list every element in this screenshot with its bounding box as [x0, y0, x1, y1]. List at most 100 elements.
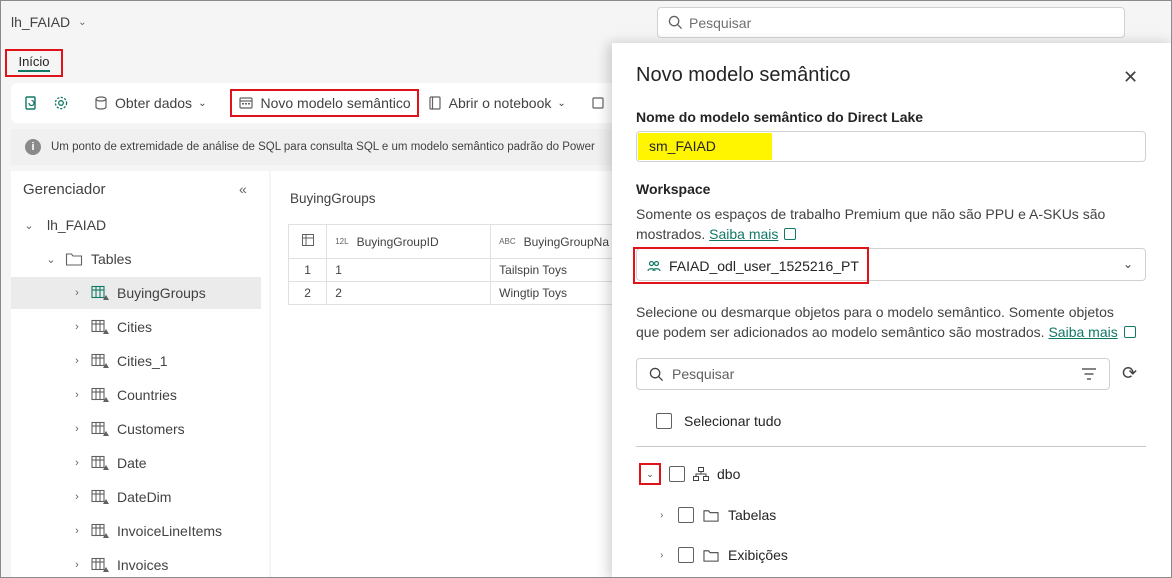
- preview-title: BuyingGroups: [290, 191, 376, 206]
- get-data-button[interactable]: Obter dados ⌄: [93, 95, 206, 111]
- tree-item-label: Invoices: [117, 557, 169, 573]
- folder-icon: [703, 549, 719, 562]
- open-notebook-label: Abrir o notebook: [448, 95, 552, 111]
- semantic-model-icon: [239, 97, 254, 109]
- schema-row-dbo: ⌄ dbo: [639, 463, 740, 485]
- settings-button[interactable]: [53, 95, 69, 111]
- tree-item-table[interactable]: › Date: [11, 447, 261, 479]
- info-message: Um ponto de extremidade de análise de SQ…: [51, 141, 595, 153]
- new-semantic-model-panel: Novo modelo semântico ✕ Nome do modelo s…: [612, 43, 1171, 577]
- row-number: 1: [287, 258, 328, 282]
- workspace-selected-value: FAIAD_odl_user_1525216_PT: [633, 247, 869, 284]
- tree-item-tables-folder[interactable]: ⌄ Tables: [11, 243, 261, 275]
- chevron-down-icon: ⌄: [557, 97, 566, 109]
- chevron-right-icon[interactable]: ›: [660, 550, 670, 561]
- column-name: BuyingGroupID: [356, 234, 439, 249]
- chevron-right-icon[interactable]: ›: [69, 287, 85, 299]
- select-all-checkbox[interactable]: [656, 413, 672, 429]
- tree-item-table[interactable]: › Cities: [11, 311, 261, 343]
- top-bar: lh_FAIAD ⌄ Pesquisar: [1, 1, 1171, 45]
- search-placeholder: Pesquisar: [689, 14, 752, 31]
- notebook-icon: [429, 96, 441, 110]
- table-icon: [91, 353, 109, 368]
- explorer-pane: Gerenciador « ⌄ lh_FAIAD ⌄ Tables › Buyin…: [11, 171, 269, 577]
- row-number: 2: [287, 281, 328, 305]
- schema-label: dbo: [717, 466, 741, 482]
- chevron-right-icon[interactable]: ›: [69, 355, 85, 367]
- chevron-right-icon[interactable]: ›: [69, 559, 85, 571]
- refresh-button[interactable]: [23, 95, 39, 111]
- chevron-right-icon[interactable]: ›: [69, 321, 85, 333]
- type-badge: ABC: [499, 237, 516, 246]
- new-semantic-model-button[interactable]: Novo modelo semântico: [230, 89, 419, 117]
- workspace-name: lh_FAIAD: [11, 14, 71, 30]
- tab-inicio[interactable]: Início: [5, 49, 63, 77]
- chevron-right-icon[interactable]: ›: [69, 491, 85, 503]
- tree-item-table[interactable]: › Invoices: [11, 549, 261, 577]
- close-icon[interactable]: ✕: [1123, 67, 1138, 88]
- chevron-right-icon[interactable]: ›: [69, 457, 85, 469]
- chevron-right-icon[interactable]: ›: [69, 423, 85, 435]
- workspace-value: FAIAD_odl_user_1525216_PT: [669, 257, 859, 274]
- table-icon: [91, 319, 109, 334]
- info-icon: i: [25, 139, 41, 155]
- learn-more-link[interactable]: Saiba mais: [709, 226, 778, 242]
- table-icon: [91, 285, 109, 300]
- chevron-down-icon[interactable]: ⌄: [639, 463, 661, 485]
- tables-checkbox[interactable]: [678, 507, 694, 523]
- tree-item-label: Cities_1: [117, 353, 168, 369]
- search-icon: [668, 15, 683, 30]
- chevron-down-icon: ⌄: [24, 219, 34, 232]
- tab-inicio-label: Início: [18, 54, 50, 72]
- global-search-input[interactable]: Pesquisar: [657, 7, 1125, 38]
- tree-item-table[interactable]: › Cities_1: [11, 345, 261, 377]
- workspace-switcher[interactable]: lh_FAIAD ⌄: [11, 14, 87, 30]
- open-notebook-button[interactable]: Abrir o notebook ⌄: [427, 95, 566, 111]
- workspace-label: Workspace: [636, 181, 711, 197]
- table-header-row: 12L BuyingGroupID ABC BuyingGroupNa: [287, 224, 618, 259]
- chevron-right-icon[interactable]: ›: [69, 389, 85, 401]
- tree-item-label: Cities: [117, 319, 153, 335]
- schema-checkbox[interactable]: [669, 466, 685, 482]
- tables-folder-label: Tables: [91, 251, 132, 267]
- refresh-icon[interactable]: ⟳: [1122, 363, 1137, 384]
- tree-item-table[interactable]: › DateDim: [11, 481, 261, 513]
- workspace-select[interactable]: FAIAD_odl_user_1525216_PT ⌄: [633, 247, 1146, 284]
- column-header[interactable]: 12L BuyingGroupID: [326, 224, 492, 259]
- tree-item-table[interactable]: › BuyingGroups: [11, 277, 261, 309]
- tree-root-label: lh_FAIAD: [47, 217, 107, 233]
- tree-item-label: Date: [117, 455, 147, 471]
- tree-item-table[interactable]: › Customers: [11, 413, 261, 445]
- column-header[interactable]: ABC BuyingGroupNa: [490, 224, 618, 259]
- gear-icon: [54, 96, 68, 110]
- learn-more-link[interactable]: Saiba mais: [1048, 324, 1117, 340]
- folder-icon: [703, 509, 719, 522]
- new-semantic-model-label: Novo modelo semântico: [260, 95, 411, 111]
- tree-item-table[interactable]: › Countries: [11, 379, 261, 411]
- objects-description: Selecione ou desmarque objetos para o mo…: [636, 302, 1136, 342]
- collapse-pane-icon[interactable]: «: [239, 181, 247, 197]
- tables-label: Tabelas: [728, 507, 777, 523]
- views-checkbox[interactable]: [678, 547, 694, 563]
- cell-name: Wingtip Toys: [490, 281, 618, 305]
- table-row: 1 1 Tailspin Toys: [287, 258, 618, 282]
- divider: [636, 446, 1146, 447]
- chevron-down-icon: ⌄: [198, 97, 207, 109]
- name-label: Nome do modelo semântico do Direct Lake: [636, 109, 924, 125]
- objects-search-input[interactable]: Pesquisar: [636, 358, 1110, 390]
- select-all-row[interactable]: Selecionar tudo: [656, 413, 781, 429]
- chevron-down-icon: ⌄: [46, 253, 56, 266]
- tree-item-table[interactable]: › InvoiceLineItems: [11, 515, 261, 547]
- tree-item-root[interactable]: ⌄ lh_FAIAD: [11, 209, 261, 241]
- column-name: BuyingGroupNa: [523, 234, 609, 249]
- refresh-data-icon: [25, 96, 36, 110]
- chevron-right-icon[interactable]: ›: [660, 510, 670, 521]
- external-link-icon: [784, 228, 797, 240]
- filter-icon[interactable]: [1081, 367, 1097, 381]
- workspace-people-icon: [647, 260, 661, 271]
- chevron-right-icon[interactable]: ›: [69, 525, 85, 537]
- semantic-model-name-input[interactable]: sm_FAIAD: [636, 131, 1146, 162]
- select-all-label: Selecionar tudo: [684, 413, 782, 429]
- cell-id: 1: [326, 258, 492, 282]
- data-preview: BuyingGroups 12L BuyingGroupID ABC BuyingG…: [271, 171, 618, 577]
